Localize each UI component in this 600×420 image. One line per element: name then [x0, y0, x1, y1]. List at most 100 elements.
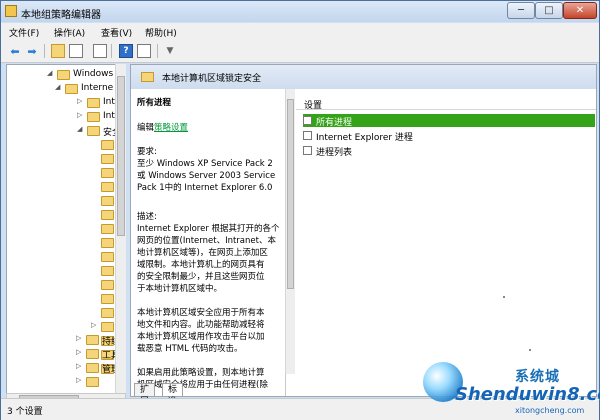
tree-item-internet-2[interactable]: ▷ Inte	[7, 111, 117, 123]
menu-action[interactable]: 操作(A)	[54, 26, 85, 39]
tree-item[interactable]	[7, 181, 117, 193]
folder-icon	[101, 182, 114, 192]
tree-item-internet-1[interactable]: ▷ Inte	[7, 97, 117, 109]
tree-item[interactable]	[7, 209, 117, 221]
folder-icon	[101, 224, 114, 234]
folder-icon	[101, 322, 114, 332]
filter-icon[interactable]: ▼	[163, 44, 177, 58]
description-pane: 所有进程 编辑策略设置 要求: 至少 Windows XP Service Pa…	[131, 89, 286, 396]
minimize-button[interactable]: ─	[507, 2, 535, 19]
export-list-icon[interactable]	[93, 44, 107, 58]
collapsed-arrow-icon[interactable]: ▷	[76, 348, 81, 356]
description-text: 本地计算机区域用作攻击平台以加	[137, 332, 265, 342]
tree-item-security[interactable]: ◢ 安全	[7, 125, 117, 137]
edit-prefix: 编辑	[137, 123, 155, 133]
description-scrollbar[interactable]	[285, 89, 295, 374]
folder-icon	[101, 294, 114, 304]
collapsed-arrow-icon[interactable]: ▷	[77, 111, 82, 119]
tree-item-tools[interactable]: ▷ 工具	[6, 348, 116, 360]
tab-extended[interactable]: 扩展	[134, 383, 156, 407]
back-arrow-icon[interactable]: ⬅	[8, 44, 22, 58]
folder-icon	[101, 266, 114, 276]
help-icon[interactable]: ?	[119, 44, 133, 58]
up-folder-icon[interactable]	[51, 44, 65, 58]
tree-item[interactable]	[7, 237, 117, 249]
scrollbar-thumb[interactable]	[287, 99, 294, 289]
tree-item[interactable]	[7, 223, 117, 235]
tree-item[interactable]	[7, 153, 117, 165]
policy-setting-icon	[303, 131, 312, 140]
folder-icon	[86, 335, 99, 345]
details-pane: 本地计算机区域锁定安全 所有进程 编辑策略设置 要求: 至少 Windows X…	[130, 64, 597, 397]
tree-item[interactable]	[7, 279, 117, 291]
policy-setting-icon	[303, 146, 312, 155]
scrollbar-thumb[interactable]	[117, 76, 125, 236]
maximize-button[interactable]: □	[535, 2, 563, 19]
description-text: 载恶意 HTML 代码的攻击。	[137, 344, 243, 354]
collapsed-arrow-icon[interactable]: ▷	[91, 321, 96, 329]
tree-item[interactable]: ▷	[7, 321, 117, 333]
description-text: Internet Explorer 根据其打开的各个	[137, 224, 280, 234]
watermark: 系统城 Shenduwin8.com xitongcheng.com	[411, 356, 600, 416]
menu-file[interactable]: 文件(F)	[9, 26, 39, 39]
requirements-text: 至少 Windows XP Service Pack 2	[137, 159, 273, 169]
tree-item[interactable]	[7, 265, 117, 277]
tab-standard[interactable]: 标准	[162, 383, 184, 407]
tree-item[interactable]	[7, 251, 117, 263]
collapsed-arrow-icon[interactable]: ▷	[76, 376, 81, 384]
collapsed-arrow-icon[interactable]: ▷	[76, 334, 81, 342]
toolbar-separator	[157, 44, 158, 58]
tree-item-windows[interactable]: ◢ Windows S	[7, 69, 117, 81]
tree-item[interactable]: ▷	[6, 376, 116, 388]
folder-icon	[101, 196, 114, 206]
description-text: 于本地计算机区域中。	[137, 284, 223, 294]
edit-policy-link[interactable]: 策略设置	[154, 123, 188, 133]
menu-help[interactable]: 帮助(H)	[145, 26, 177, 39]
collapsed-arrow-icon[interactable]: ▷	[77, 97, 82, 105]
tree-item[interactable]	[7, 139, 117, 151]
app-window: 本地组策略编辑器 ─ □ ✕ 文件(F) 操作(A) 查看(V) 帮助(H) ⬅…	[0, 0, 600, 420]
expanded-arrow-icon[interactable]: ◢	[77, 125, 82, 133]
toolbar: ⬅ ➡ ? ▼	[1, 40, 599, 63]
folder-icon	[87, 126, 100, 136]
setting-row-all-processes[interactable]: 所有进程	[303, 114, 595, 128]
title-bar[interactable]: 本地组策略编辑器 ─ □ ✕	[1, 1, 599, 22]
description-text: 的安全限制最少，并且这些网页位	[137, 272, 265, 282]
tree-item-management[interactable]: ▷ 管理	[6, 362, 116, 374]
tree-item[interactable]	[7, 167, 117, 179]
requirements-label: 要求:	[137, 147, 157, 157]
expanded-arrow-icon[interactable]: ◢	[55, 83, 60, 91]
folder-icon	[87, 98, 100, 108]
folder-icon	[101, 168, 114, 178]
watermark-top-text: 系统城	[515, 369, 560, 385]
status-text: 3 个设置	[7, 407, 43, 417]
setting-row-process-list[interactable]: 进程列表	[303, 144, 595, 158]
description-text: 地计算机区域等)，在网页上添加区	[137, 248, 268, 258]
folder-icon	[141, 72, 154, 82]
tree-item[interactable]	[7, 195, 117, 207]
edit-line: 编辑策略设置	[137, 123, 283, 134]
folder-icon	[86, 377, 99, 387]
tree-item[interactable]	[7, 307, 117, 319]
tree-item-internet-explorer[interactable]: ◢ Interne	[7, 83, 117, 95]
setting-row-ie-processes[interactable]: Internet Explorer 进程	[303, 129, 595, 143]
folder-icon	[57, 70, 70, 80]
folder-icon	[101, 308, 114, 318]
artifact-dot	[529, 349, 531, 351]
description-label: 描述:	[137, 212, 157, 222]
close-button[interactable]: ✕	[563, 2, 597, 19]
show-hide-tree-icon[interactable]	[69, 44, 83, 58]
description-text: 本地计算机区域安全应用于所有本	[137, 308, 265, 318]
requirements-text: 或 Windows Server 2003 Service	[137, 171, 276, 181]
window-title: 本地组策略编辑器	[21, 10, 101, 21]
collapsed-arrow-icon[interactable]: ▷	[76, 362, 81, 370]
menu-view[interactable]: 查看(V)	[101, 26, 132, 39]
tree-item-persistence[interactable]: ▷ 持续	[6, 334, 116, 346]
forward-arrow-icon[interactable]: ➡	[25, 44, 39, 58]
menu-bar: 文件(F) 操作(A) 查看(V) 帮助(H)	[1, 23, 599, 40]
properties-icon[interactable]	[137, 44, 151, 58]
expanded-arrow-icon[interactable]: ◢	[47, 69, 52, 77]
tree-item[interactable]	[7, 293, 117, 305]
tree-vertical-scrollbar[interactable]	[115, 64, 126, 394]
watermark-sub-text: xitongcheng.com	[515, 406, 585, 415]
